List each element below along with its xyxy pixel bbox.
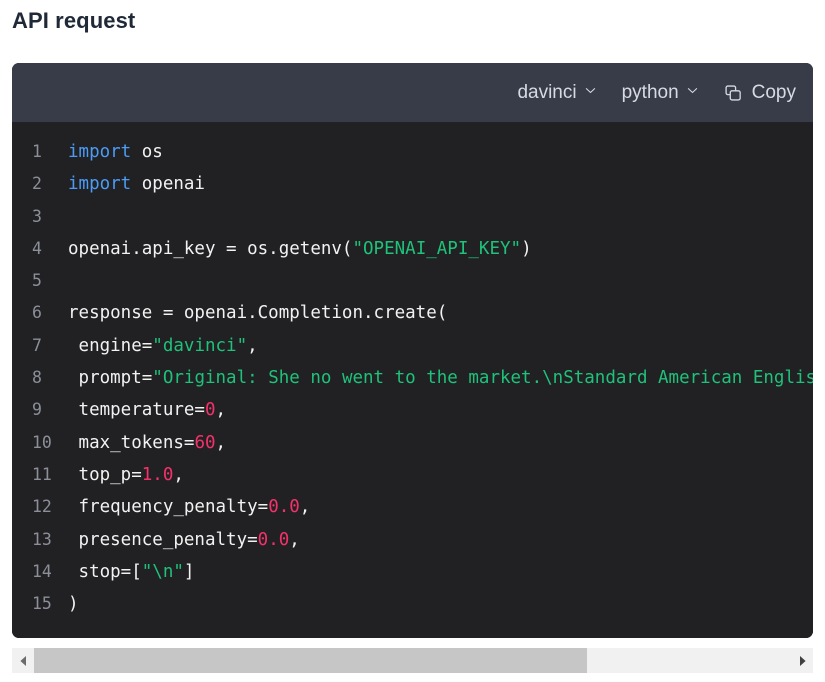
code-token: 0 — [204, 400, 216, 421]
line-number: 14 — [32, 561, 52, 581]
code-token: openai — [131, 174, 205, 195]
code-line: 10 max_tokens=60, — [12, 427, 813, 459]
line-number: 6 — [32, 303, 42, 323]
code-line: 5 — [12, 265, 813, 297]
code-line-content: top_p=1.0, — [68, 465, 184, 485]
line-number: 12 — [32, 497, 52, 517]
scrollbar-track[interactable] — [34, 648, 791, 673]
code-token: max_tokens= — [68, 432, 195, 453]
model-selector[interactable]: davinci — [517, 82, 595, 104]
code-token: top_p= — [68, 464, 142, 485]
copy-button[interactable]: Copy — [724, 82, 796, 104]
line-number: 1 — [32, 142, 42, 161]
code-line-content: import openai — [68, 174, 205, 194]
code-token: ) — [521, 238, 532, 259]
code-line: 12 frequency_penalty=0.0, — [12, 491, 813, 523]
code-token: stop=[ — [68, 561, 142, 582]
chevron-down-icon — [585, 85, 596, 96]
line-number: 9 — [32, 400, 42, 420]
code-line-content: engine="davinci", — [68, 336, 258, 356]
code-block: davinci python Copy 1 import os 2 import… — [12, 63, 813, 638]
code-token: ) — [68, 594, 79, 615]
code-token: 0.0 — [257, 529, 290, 550]
line-number: 7 — [32, 335, 42, 355]
code-token: os — [131, 142, 163, 162]
line-number: 5 — [32, 271, 42, 291]
code-token: presence_penalty= — [68, 529, 258, 550]
code-line-content: max_tokens=60, — [68, 432, 227, 453]
code-token: , — [299, 497, 311, 518]
code-token: temperature= — [68, 400, 205, 421]
code-token: prompt= — [68, 368, 153, 389]
line-number: 8 — [32, 368, 42, 388]
line-number: 15 — [32, 594, 52, 614]
scrollbar-thumb[interactable] — [34, 648, 587, 673]
code-token: 1.0 — [141, 464, 174, 485]
code-token: , — [215, 432, 227, 453]
code-line-content: presence_penalty=0.0, — [68, 530, 300, 550]
code-line-content: import os — [68, 142, 163, 162]
code-token: ] — [183, 561, 195, 582]
code-lines: 1 import os 2 import openai 3 4 openai.api_key… — [12, 136, 813, 620]
line-number: 10 — [32, 432, 52, 452]
code-line: 15) — [12, 588, 813, 620]
code-line: 11 top_p=1.0, — [12, 459, 813, 491]
code-token: openai.api_key = os.getenv( — [68, 238, 353, 259]
language-selector[interactable]: python — [622, 82, 698, 104]
code-token: , — [173, 464, 184, 485]
copy-button-label: Copy — [751, 81, 796, 103]
code-line: 2 import openai — [12, 168, 813, 200]
code-line: 8 prompt="Original: She no went to the m… — [12, 362, 813, 394]
code-token: "Original: She no went to the market.\nS… — [152, 368, 813, 389]
code-line-content: response = openai.Completion.create( — [68, 303, 447, 323]
code-token: import — [68, 174, 132, 195]
code-line: 4 openai.api_key = os.getenv("OPENAI_API_… — [12, 233, 813, 265]
arrow-right-icon[interactable] — [791, 648, 813, 673]
code-line-content: openai.api_key = os.getenv("OPENAI_API_K… — [68, 239, 532, 259]
code-token: 0.0 — [268, 497, 300, 518]
code-token: , — [289, 529, 300, 550]
code-token: , — [247, 335, 258, 356]
line-number: 3 — [32, 206, 42, 226]
code-line-content: prompt="Original: She no went to the mar… — [68, 368, 813, 388]
page-title: API request — [12, 8, 136, 33]
code-line: 3 — [12, 201, 813, 233]
code-token: engine= — [68, 335, 153, 356]
language-selector-label: python — [621, 81, 679, 103]
chevron-down-icon — [687, 85, 698, 96]
code-token: frequency_penalty= — [68, 497, 269, 518]
code-line-content: temperature=0, — [68, 400, 227, 421]
code-line: 6 response = openai.Completion.create( — [12, 297, 813, 329]
code-token: "\n" — [141, 561, 184, 582]
model-selector-label: davinci — [517, 81, 577, 103]
code-line: 1 import os — [12, 136, 813, 168]
code-line: 13 presence_penalty=0.0, — [12, 524, 813, 556]
code-line-content: stop=["\n"] — [68, 561, 195, 582]
code-line: 7 engine="davinci", — [12, 330, 813, 362]
line-number: 2 — [32, 174, 42, 194]
code-line: 9 temperature=0, — [12, 394, 813, 426]
code-token: response = openai.Completion.create( — [68, 303, 448, 324]
code-line: 14 stop=["\n"] — [12, 556, 813, 588]
code-token: , — [215, 400, 227, 421]
line-number: 11 — [32, 464, 52, 484]
code-line-content: ) — [68, 594, 79, 614]
line-number: 4 — [32, 238, 42, 258]
code-token: "OPENAI_API_KEY" — [352, 238, 522, 259]
code-token: "davinci" — [152, 335, 248, 356]
code-token: import — [68, 142, 132, 162]
arrow-left-icon[interactable] — [12, 648, 34, 673]
api-request-panel: API request davinci python Copy 1 import… — [0, 0, 825, 682]
code-token: 60 — [194, 432, 216, 453]
code-block-toolbar: davinci python Copy — [12, 63, 813, 122]
copy-icon — [724, 84, 743, 103]
line-number: 13 — [32, 529, 52, 549]
code-editor-area[interactable]: 1 import os 2 import openai 3 4 openai.api_key… — [12, 122, 813, 638]
code-line-content: frequency_penalty=0.0, — [68, 497, 311, 518]
horizontal-scrollbar[interactable] — [12, 648, 813, 673]
